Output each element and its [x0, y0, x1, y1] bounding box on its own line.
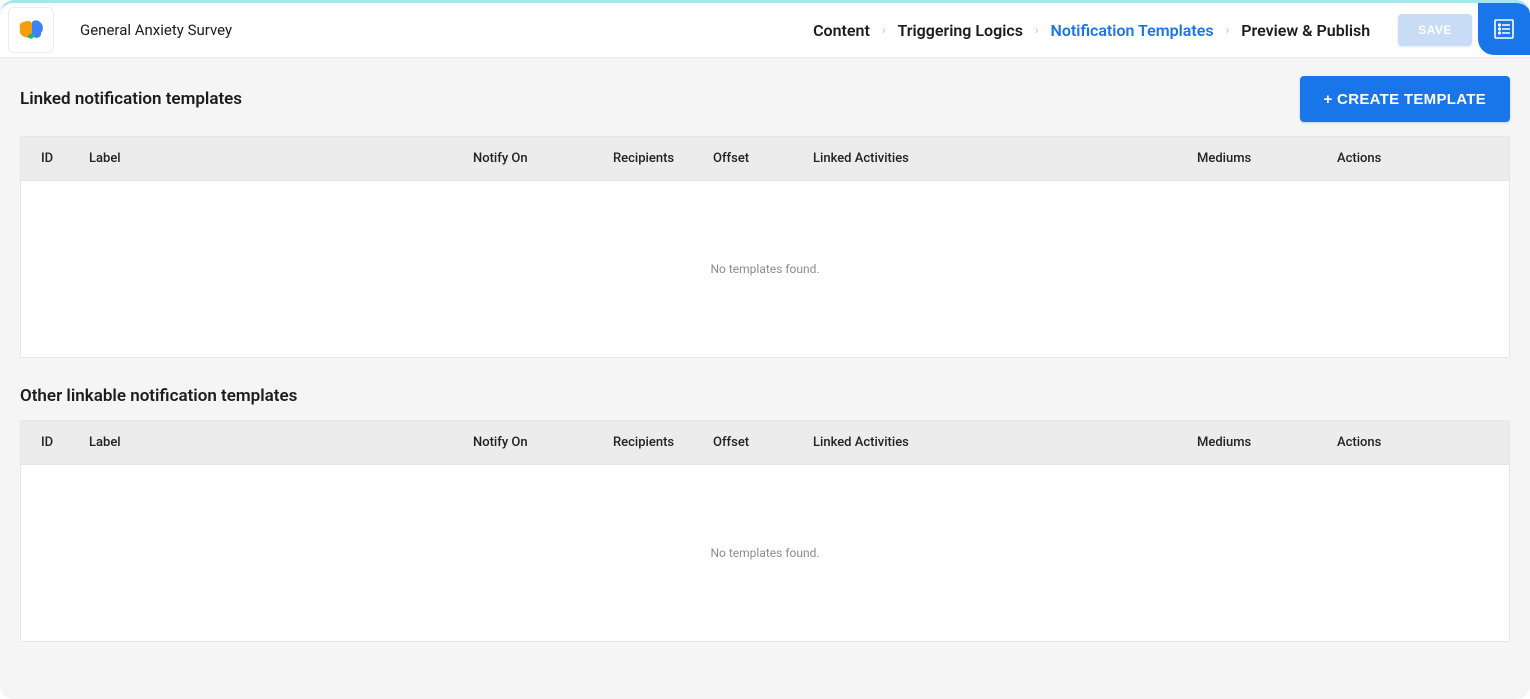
crumb-preview-publish[interactable]: Preview & Publish — [1239, 15, 1372, 46]
crumb-triggering-logics[interactable]: Triggering Logics — [895, 15, 1024, 46]
chevron-right-icon: › — [1216, 23, 1240, 37]
col-header-label: Label — [81, 435, 465, 450]
col-header-actions: Actions — [1329, 435, 1509, 450]
create-template-button[interactable]: + CREATE TEMPLATE — [1300, 76, 1510, 122]
table-header-row: ID Label Notify On Recipients Offset Lin… — [21, 421, 1509, 465]
col-header-offset: Offset — [705, 151, 805, 166]
col-header-linked-activities: Linked Activities — [805, 435, 1189, 450]
col-header-notify-on: Notify On — [465, 151, 605, 166]
other-templates-table: ID Label Notify On Recipients Offset Lin… — [20, 420, 1510, 642]
app-frame: General Anxiety Survey Content › Trigger… — [0, 0, 1530, 698]
other-section-title: Other linkable notification templates — [20, 386, 1510, 406]
list-icon — [1493, 18, 1515, 40]
page-body: Linked notification templates + CREATE T… — [0, 58, 1530, 698]
col-header-offset: Offset — [705, 435, 805, 450]
linked-empty-state: No templates found. — [21, 181, 1509, 357]
sidebar-toggle-button[interactable] — [1478, 3, 1530, 55]
app-logo[interactable] — [8, 7, 54, 53]
col-header-recipients: Recipients — [605, 435, 705, 450]
crumb-content[interactable]: Content — [811, 15, 872, 46]
linked-section-header: Linked notification templates + CREATE T… — [20, 76, 1510, 122]
table-header-row: ID Label Notify On Recipients Offset Lin… — [21, 137, 1509, 181]
linked-section-title: Linked notification templates — [20, 89, 242, 109]
col-header-actions: Actions — [1329, 151, 1509, 166]
breadcrumb: Content › Triggering Logics › Notificati… — [811, 15, 1372, 46]
save-button[interactable]: SAVE — [1398, 14, 1472, 46]
col-header-mediums: Mediums — [1189, 435, 1329, 450]
col-header-label: Label — [81, 151, 465, 166]
page-title: General Anxiety Survey — [80, 21, 232, 39]
chevron-right-icon: › — [872, 23, 896, 37]
col-header-mediums: Mediums — [1189, 151, 1329, 166]
col-header-id: ID — [21, 151, 81, 166]
col-header-recipients: Recipients — [605, 151, 705, 166]
chevron-right-icon: › — [1025, 23, 1049, 37]
brain-icon — [18, 19, 44, 41]
linked-templates-table: ID Label Notify On Recipients Offset Lin… — [20, 136, 1510, 358]
other-empty-state: No templates found. — [21, 465, 1509, 641]
col-header-notify-on: Notify On — [465, 435, 605, 450]
col-header-linked-activities: Linked Activities — [805, 151, 1189, 166]
col-header-id: ID — [21, 435, 81, 450]
topbar: General Anxiety Survey Content › Trigger… — [0, 3, 1530, 58]
crumb-notification-templates[interactable]: Notification Templates — [1049, 15, 1216, 46]
